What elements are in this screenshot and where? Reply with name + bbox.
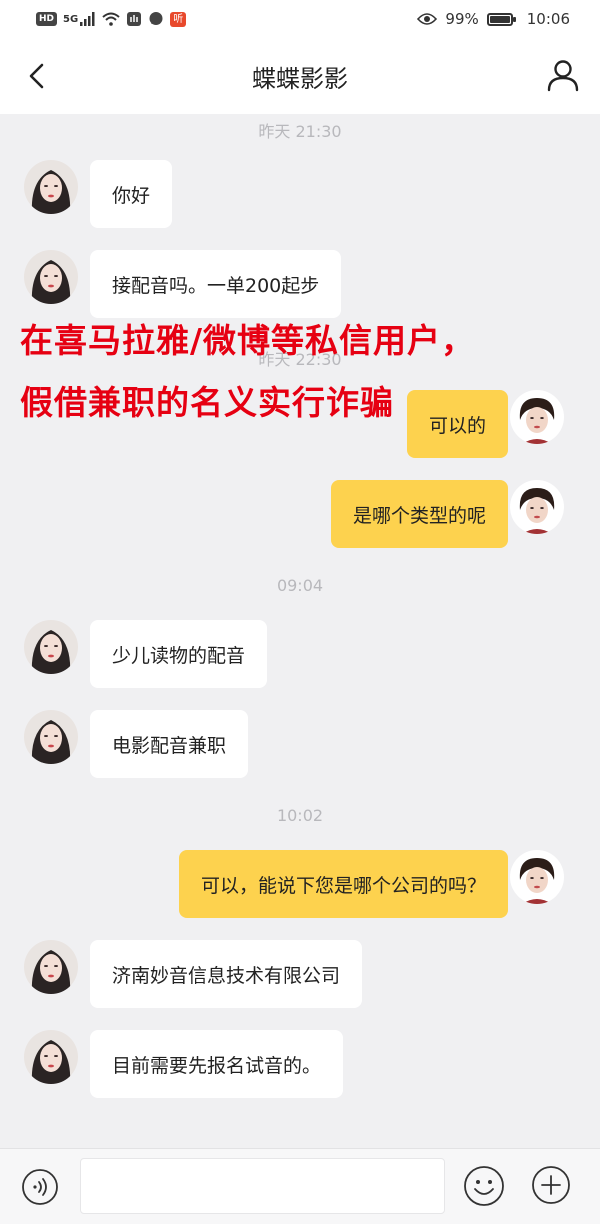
chat-bubble-icon [149,12,163,25]
emoji-icon[interactable] [463,1165,505,1207]
user-avatar[interactable] [510,850,564,904]
contact-avatar[interactable] [24,710,78,764]
network-label: 5G [63,13,79,25]
incoming-message[interactable]: 你好 [90,160,173,228]
input-bar [0,1148,600,1224]
incoming-message[interactable]: 济南妙音信息技术有限公司 [90,940,363,1008]
incoming-message[interactable]: 电影配音兼职 [90,710,249,778]
contact-avatar[interactable] [24,250,78,304]
warning-overlay-line1: 在喜马拉雅/微博等私信用户， [20,321,476,360]
status-time: 10:06 [526,10,570,28]
timestamp: 10:02 [276,806,324,825]
battery-icon [486,12,516,26]
chat-header: 蝶蝶影影 [0,38,600,114]
voice-icon[interactable] [21,1168,59,1206]
hand-icon [127,12,142,26]
eye-icon [417,13,438,25]
status-left: HD 5G 听 [36,11,187,27]
chat-area[interactable]: 昨天 21:30 你好 接配音吗。一单200起步 昨天 22:30 可以的 是哪… [0,114,600,1148]
chevron-left-icon[interactable] [22,60,54,92]
timestamp: 09:04 [276,576,324,595]
user-avatar[interactable] [510,390,564,444]
outgoing-message[interactable]: 可以，能说下您是哪个公司的吗？ [178,850,508,918]
battery-percent: 99% [445,10,479,28]
timestamp: 昨天 21:30 [258,122,342,141]
incoming-message[interactable]: 接配音吗。一单200起步 [90,250,342,318]
contact-avatar[interactable] [24,620,78,674]
status-bar: HD 5G 听 99% 10:06 [0,0,600,38]
wifi-icon [102,12,120,26]
plus-icon[interactable] [531,1165,571,1205]
page-title: 蝶蝶影影 [252,64,348,93]
signal-icon [80,12,95,26]
contact-avatar[interactable] [24,940,78,994]
contact-avatar[interactable] [24,160,78,214]
incoming-message[interactable]: 目前需要先报名试音的。 [90,1030,344,1098]
contact-avatar[interactable] [24,1030,78,1084]
battery-fill [489,15,510,23]
hd-badge: HD [36,12,58,26]
user-avatar[interactable] [510,480,564,534]
outgoing-message[interactable]: 可以的 [406,390,508,458]
app-badge: 听 [170,11,187,27]
incoming-message[interactable]: 少儿读物的配音 [90,620,268,688]
status-right: 99% 10:06 [417,10,570,28]
message-input[interactable] [80,1158,445,1214]
person-icon[interactable] [546,58,580,92]
outgoing-message[interactable]: 是哪个类型的呢 [330,480,508,548]
warning-overlay-line2: 假借兼职的名义实行诈骗 [20,383,394,422]
